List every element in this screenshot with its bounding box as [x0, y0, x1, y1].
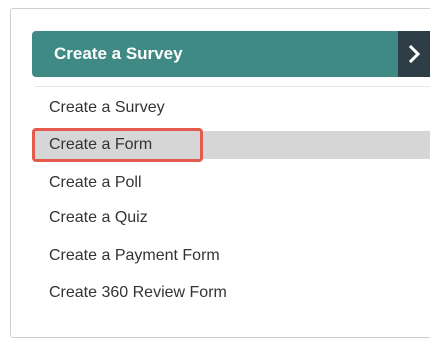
- menu-item-create-poll[interactable]: Create a Poll: [35, 169, 430, 197]
- menu-item-create-form[interactable]: Create a Form: [35, 131, 430, 159]
- menu-item-create-360-review-form[interactable]: Create 360 Review Form: [35, 279, 430, 307]
- menu-item-label: Create 360 Review Form: [49, 284, 227, 301]
- chevron-right-icon: [408, 45, 422, 63]
- menu-item-label: Create a Survey: [49, 99, 165, 116]
- menu-item-label: Create a Poll: [49, 174, 142, 191]
- menu-item-label: Create a Quiz: [49, 209, 148, 226]
- dropdown-menu: Create a Survey Create a Form Create a P…: [35, 86, 430, 327]
- menu-item-create-quiz[interactable]: Create a Quiz: [35, 204, 430, 232]
- menu-item-label: Create a Form: [49, 136, 153, 153]
- menu-item-create-payment-form[interactable]: Create a Payment Form: [35, 242, 430, 270]
- dropdown-toggle-button[interactable]: [398, 31, 430, 77]
- menu-item-label: Create a Payment Form: [49, 247, 220, 264]
- dropdown-button-label: Create a Survey: [54, 44, 183, 63]
- menu-item-create-survey[interactable]: Create a Survey: [35, 94, 430, 122]
- create-survey-dropdown-button[interactable]: Create a Survey: [32, 31, 398, 77]
